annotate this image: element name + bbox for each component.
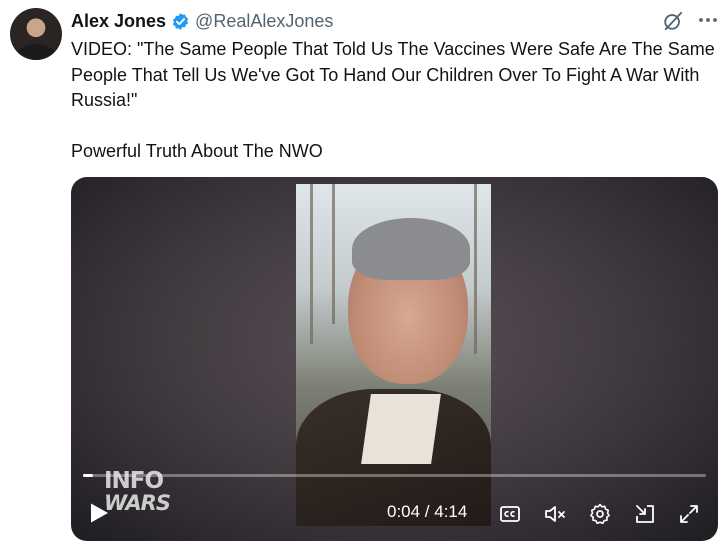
- tweet-header: Alex Jones @RealAlexJones: [71, 10, 333, 32]
- video-tree: [474, 184, 477, 354]
- avatar-shoulders: [16, 44, 56, 60]
- author-handle[interactable]: @RealAlexJones: [195, 11, 333, 32]
- play-icon[interactable]: [89, 502, 109, 524]
- watermark-line-2: WARS: [104, 491, 171, 515]
- more-options-icon[interactable]: [696, 8, 720, 32]
- verified-badge-icon[interactable]: [171, 12, 190, 31]
- video-person-collar: [361, 394, 441, 464]
- video-tree: [332, 184, 335, 324]
- video-player[interactable]: INFO WARS 0:04 / 4:14: [71, 177, 718, 541]
- author-name[interactable]: Alex Jones: [71, 11, 166, 32]
- captions-icon[interactable]: [498, 502, 522, 526]
- settings-icon[interactable]: [588, 502, 612, 526]
- fullscreen-icon[interactable]: [677, 502, 701, 526]
- video-tree: [310, 184, 313, 344]
- grok-icon[interactable]: [662, 10, 684, 32]
- pip-icon[interactable]: [633, 502, 657, 526]
- tweet-text: VIDEO: "The Same People That Told Us The…: [71, 39, 715, 162]
- progress-bar[interactable]: [83, 474, 706, 477]
- video-person-hair: [352, 218, 470, 280]
- time-display: 0:04 / 4:14: [387, 502, 468, 521]
- watermark-line-1: INFO: [104, 468, 164, 494]
- author-avatar[interactable]: [10, 8, 62, 60]
- progress-fill: [83, 474, 93, 477]
- mute-icon[interactable]: [543, 502, 567, 526]
- infowars-watermark: INFO WARS: [104, 468, 171, 524]
